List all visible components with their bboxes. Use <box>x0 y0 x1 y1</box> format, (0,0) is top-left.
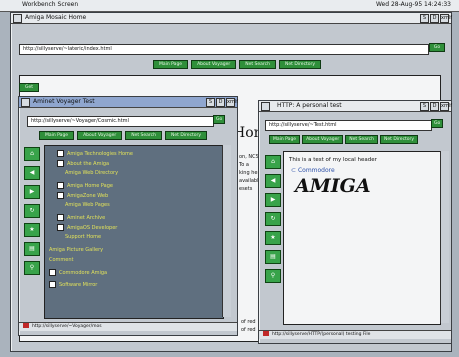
http-nav-buttons: Main Page About Voyager Net Search Net D… <box>269 135 419 144</box>
voyager-status-bar: http://sillyserve/~Voyager/mos <box>19 322 237 331</box>
list-item[interactable]: Comment <box>49 257 74 263</box>
search-icon[interactable]: ⚲ <box>265 269 281 283</box>
net-search-button[interactable]: Net Search <box>125 131 162 140</box>
back-icon[interactable]: ◀ <box>265 174 281 188</box>
main-url-field[interactable]: http://sillyserve/~lateric/index.html <box>19 44 429 55</box>
main-page-button[interactable]: Main Page <box>153 60 189 69</box>
close-gadget-icon[interactable] <box>261 102 270 111</box>
bookmark-icon[interactable]: ★ <box>24 223 40 237</box>
net-search-button[interactable]: Net Search <box>345 135 378 144</box>
voyager-scrollbar[interactable] <box>222 145 231 317</box>
http-title-bar[interactable]: HTTP: A personal test S D xmlf <box>259 101 452 112</box>
http-side-toolbar: ⌂ ◀ ▶ ↻ ★ ▤ ⚲ <box>265 155 281 283</box>
net-directory-button[interactable]: Net Directory <box>165 131 208 140</box>
voyager-nav-buttons: Main Page About Voyager Net Search Net D… <box>39 131 208 140</box>
screen-clock: Wed 28-Aug-95 14:24:33 <box>375 1 451 8</box>
screen-title: Workbench Screen <box>22 1 79 8</box>
list-item[interactable]: AmigaZone Web <box>57 192 108 199</box>
screen-title-bar: Workbench Screen Wed 28-Aug-95 14:24:33 <box>0 0 459 12</box>
net-directory-button[interactable]: Net Directory <box>279 60 322 69</box>
http-window-title: HTTP: A personal test <box>277 102 342 109</box>
iconify-gadget-icon[interactable]: xmlf <box>440 14 452 23</box>
http-intro-text: This is a test of my local header <box>289 157 377 163</box>
print-icon[interactable]: ▤ <box>265 250 281 264</box>
home-icon[interactable]: ⌂ <box>265 155 281 169</box>
depth-gadget-icon[interactable]: S <box>420 14 429 23</box>
depth-gadget-icon[interactable]: S <box>206 98 215 107</box>
http-window: HTTP: A personal test S D xmlf http://si… <box>258 100 452 344</box>
list-item[interactable]: Amiga Picture Gallery <box>49 247 103 253</box>
list-item[interactable]: Amiga Home Page <box>57 182 113 189</box>
print-icon[interactable]: ▤ <box>24 242 40 256</box>
status-icon <box>263 331 269 336</box>
back-icon[interactable]: ◀ <box>24 166 40 180</box>
main-title-gadgets[interactable]: S D xmlf <box>420 14 452 23</box>
list-item[interactable]: AmigaOS Developer <box>57 224 117 231</box>
http-title-gadgets[interactable]: S D xmlf <box>420 102 452 111</box>
xmlf-gadget-icon[interactable]: xmlf <box>226 98 238 107</box>
bookmark-icon[interactable]: ★ <box>265 231 281 245</box>
about-voyager-button[interactable]: About Voyager <box>302 135 344 144</box>
voyager-window-title: Aminet Voyager Test <box>33 98 95 105</box>
list-item[interactable]: Commodore Amiga <box>49 269 107 276</box>
zoom-gadget-icon[interactable]: D <box>216 98 225 107</box>
home-icon[interactable]: ⌂ <box>24 147 40 161</box>
main-page-button[interactable]: Main Page <box>269 135 301 144</box>
search-icon[interactable]: ⚲ <box>24 261 40 275</box>
workbench-screen: Workbench Screen Wed 28-Aug-95 14:24:33 … <box>0 0 459 357</box>
about-voyager-button[interactable]: About Voyager <box>77 131 123 140</box>
about-voyager-button[interactable]: About Voyager <box>191 60 237 69</box>
main-page-button[interactable]: Main Page <box>39 131 75 140</box>
list-item[interactable]: Amiga Web Pages <box>65 202 110 208</box>
http-status-bar: http://sillyserve/HTTP/(personal) testin… <box>259 330 451 339</box>
list-item[interactable]: Software Mirror <box>49 281 97 288</box>
main-bottom-text: of red of red <box>241 319 256 333</box>
http-scrollbar[interactable] <box>440 151 449 323</box>
main-title-bar[interactable]: Amiga Mosaic Home S D xmlf <box>11 13 452 24</box>
main-go-button[interactable]: Go <box>429 43 445 52</box>
voyager-url-field[interactable]: http://sillyserve/~Voyager/Cosmic.html <box>27 116 214 127</box>
xmlf-gadget-icon[interactable]: xmlf <box>440 102 452 111</box>
commodore-logo-text: ⊂ Commodore <box>291 167 335 174</box>
voyager-go-button[interactable]: Go <box>213 115 226 124</box>
close-gadget-icon[interactable] <box>21 98 30 107</box>
http-url-field[interactable]: http://sillyserve/~Test.html <box>265 120 432 131</box>
commodore-icon: ⊂ <box>291 167 297 174</box>
list-item[interactable]: About the Amiga <box>57 160 109 167</box>
forward-icon[interactable]: ▶ <box>265 193 281 207</box>
depth-gadget-icon[interactable]: S <box>420 102 429 111</box>
main-nav-buttons: Main Page About Voyager Net Search Net D… <box>153 60 322 69</box>
list-item[interactable]: Support Home <box>65 234 101 240</box>
net-directory-button[interactable]: Net Directory <box>380 135 419 144</box>
main-sidebar-button[interactable]: Get <box>19 83 40 92</box>
list-item[interactable]: Amiga Technologies Home <box>57 150 133 157</box>
voyager-title-bar[interactable]: Aminet Voyager Test S D xmlf <box>19 97 238 108</box>
list-item[interactable]: Amiga Web Directory <box>65 170 118 176</box>
voyager-window: Aminet Voyager Test S D xmlf http://sill… <box>18 96 238 336</box>
amiga-logo-text: AMIGA <box>295 175 371 197</box>
status-icon <box>23 323 29 328</box>
list-item[interactable]: Aminet Archive <box>57 214 105 221</box>
net-search-button[interactable]: Net Search <box>239 60 276 69</box>
main-window-title: Amiga Mosaic Home <box>25 14 87 21</box>
voyager-title-gadgets[interactable]: S D xmlf <box>206 98 238 107</box>
reload-icon[interactable]: ↻ <box>24 204 40 218</box>
forward-icon[interactable]: ▶ <box>24 185 40 199</box>
zoom-gadget-icon[interactable]: D <box>430 14 439 23</box>
voyager-side-toolbar: ⌂ ◀ ▶ ↻ ★ ▤ ⚲ <box>24 147 40 275</box>
http-go-button[interactable]: Go <box>431 119 444 128</box>
zoom-gadget-icon[interactable]: D <box>430 102 439 111</box>
reload-icon[interactable]: ↻ <box>265 212 281 226</box>
close-gadget-icon[interactable] <box>13 14 22 23</box>
